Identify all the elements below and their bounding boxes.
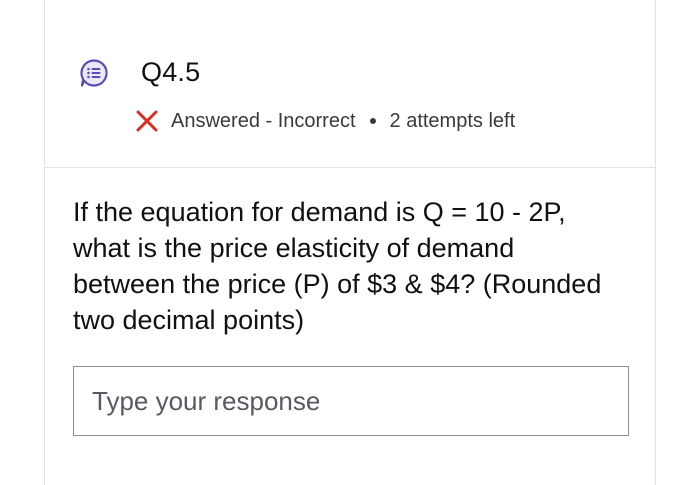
- question-header: Q4.5 Answered - Incorrect 2 attempts lef…: [45, 0, 655, 168]
- question-list-icon: [79, 58, 109, 88]
- question-number: Q4.5: [141, 57, 201, 87]
- question-status: Answered - Incorrect 2 attempts left: [135, 106, 515, 136]
- x-mark-icon: [135, 109, 159, 133]
- question-prompt: If the equation for demand is Q = 10 - 2…: [73, 197, 602, 335]
- question-card: Q4.5 Answered - Incorrect 2 attempts lef…: [44, 0, 656, 485]
- separator-dot: [369, 118, 376, 124]
- response-input[interactable]: [73, 366, 629, 436]
- status-result-text: Answered - Incorrect: [171, 109, 356, 132]
- attempts-left-text: 2 attempts left: [389, 109, 516, 132]
